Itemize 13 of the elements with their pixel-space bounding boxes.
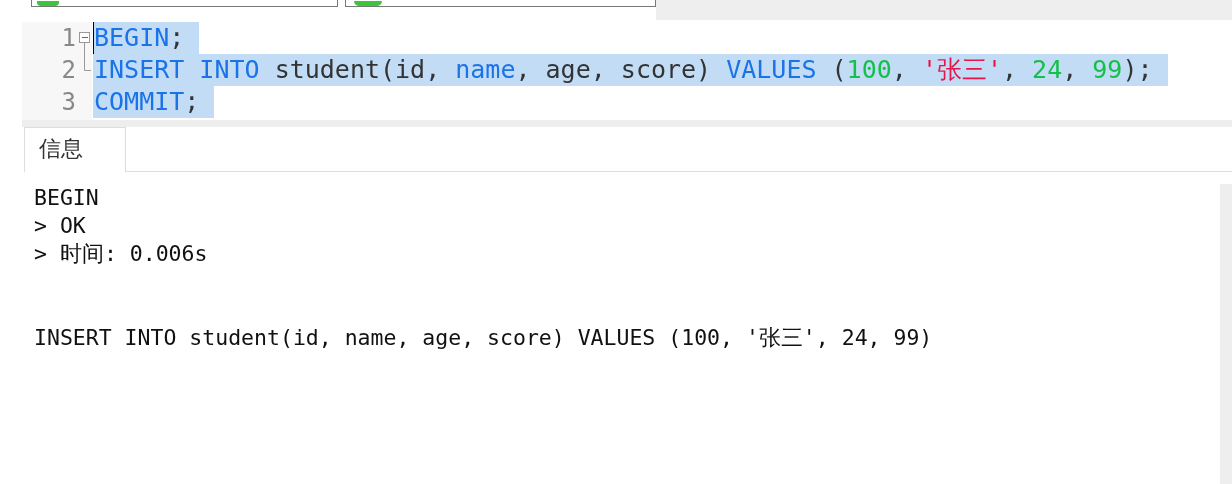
message-line: > OK [34, 212, 87, 240]
tab[interactable]: 信息 [24, 127, 126, 172]
database-icon [354, 1, 382, 6]
toolbar-field[interactable] [345, 0, 656, 7]
line-number: 1 [61, 23, 76, 54]
message-line: > 时间: 0.006s [34, 240, 209, 268]
message-line: BEGIN [34, 184, 100, 212]
message-line: INSERT INTO student(id, name, age, score) VALUES (100, '张三', 24, 99) [34, 324, 934, 352]
line-number: 3 [61, 87, 76, 118]
line-number: 2 [61, 55, 76, 86]
code-editor[interactable]: 1 2 3 BEGIN; INSERT INTO student(id, name, age, score) VALUES (100, '张三', 24, 99); COMMIT; [22, 20, 1232, 120]
toolbar-field[interactable] [31, 0, 338, 7]
database-icon [37, 1, 59, 6]
